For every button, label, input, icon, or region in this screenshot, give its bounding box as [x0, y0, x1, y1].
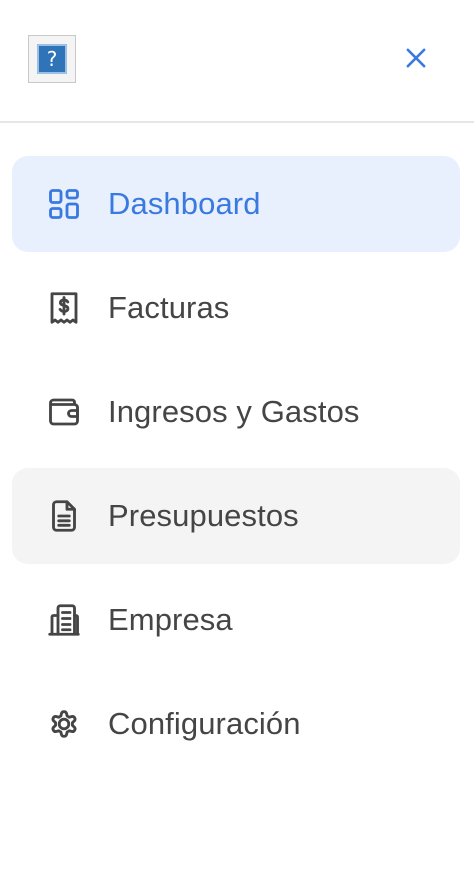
sidebar-item-label: Configuración — [108, 706, 301, 741]
sidebar-item-empresa[interactable]: Empresa — [12, 572, 460, 668]
receipt-icon — [44, 288, 84, 328]
gear-icon — [44, 704, 84, 744]
sidebar-item-label: Empresa — [108, 602, 233, 637]
building-icon — [44, 600, 84, 640]
sidebar-item-ingresos-gastos[interactable]: Ingresos y Gastos — [12, 364, 460, 460]
sidebar-item-label: Ingresos y Gastos — [108, 394, 360, 429]
logo[interactable]: ? — [28, 35, 76, 83]
mobile-nav-drawer: ? Dashboard Facturas Ingresos y Gastos P… — [0, 0, 474, 892]
sidebar-item-presupuestos[interactable]: Presupuestos — [12, 468, 460, 564]
document-icon — [44, 496, 84, 536]
sidebar-item-label: Presupuestos — [108, 498, 299, 533]
sidebar-item-label: Facturas — [108, 290, 230, 325]
wallet-icon — [44, 392, 84, 432]
dashboard-grid-icon — [44, 184, 84, 224]
broken-image-icon: ? — [37, 44, 67, 74]
sidebar-nav: Dashboard Facturas Ingresos y Gastos Pre… — [12, 156, 460, 780]
sidebar-item-facturas[interactable]: Facturas — [12, 260, 460, 356]
sidebar-item-dashboard[interactable]: Dashboard — [12, 156, 460, 252]
sidebar-item-label: Dashboard — [108, 186, 261, 221]
drawer-header: ? — [0, 0, 474, 123]
sidebar-item-configuracion[interactable]: Configuración — [12, 676, 460, 772]
close-icon — [402, 44, 430, 77]
close-button[interactable] — [392, 36, 440, 84]
